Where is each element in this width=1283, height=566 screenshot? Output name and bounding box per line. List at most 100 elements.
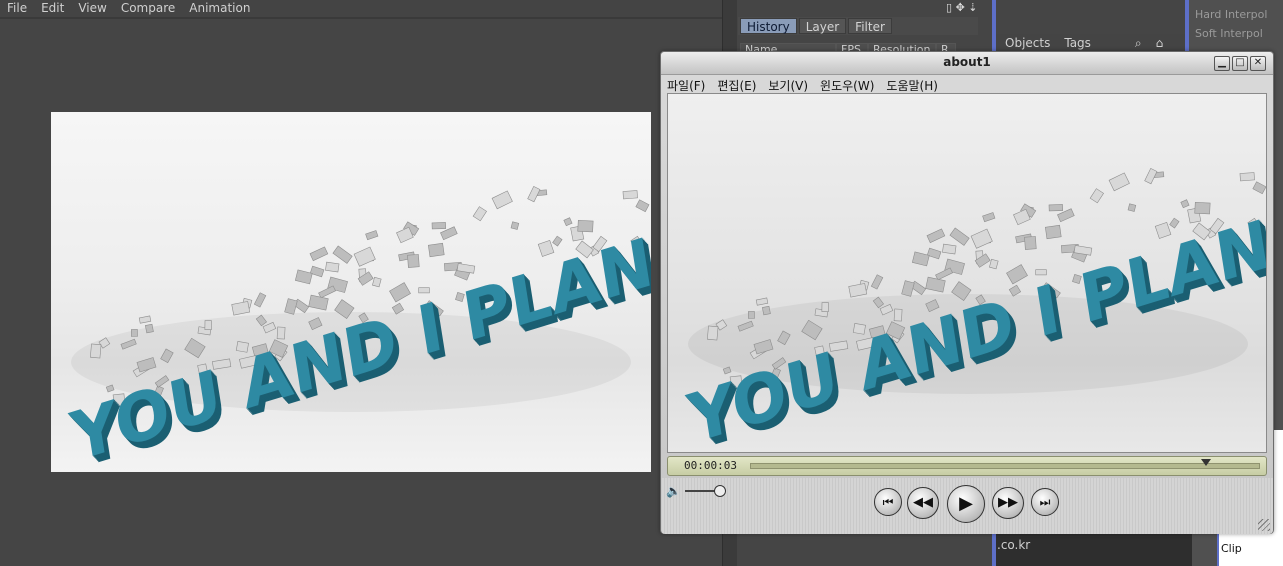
- menu-compare[interactable]: Compare: [114, 0, 182, 17]
- debris-block: [761, 305, 771, 316]
- maximize-button[interactable]: □: [1232, 56, 1248, 71]
- timeline-bar: 00:00:03: [667, 456, 1267, 476]
- player-titlebar[interactable]: about1 ▁ □ ✕: [661, 52, 1273, 75]
- window-title: about1: [943, 55, 991, 69]
- debris-block: [925, 276, 946, 293]
- hard-interpolation-item[interactable]: Hard Interpol: [1195, 8, 1267, 21]
- debris-block: [90, 343, 102, 359]
- home-icon[interactable]: ⌂: [1156, 36, 1164, 50]
- debris-block: [1239, 172, 1255, 182]
- debris-block: [1180, 199, 1190, 209]
- debris-block: [755, 297, 769, 306]
- debris-block: [1048, 204, 1064, 212]
- debris-block: [563, 217, 573, 227]
- player-menu-help[interactable]: 도움말(H): [886, 77, 938, 94]
- player-menu-window[interactable]: 윈도우(W): [820, 77, 874, 94]
- debris-block: [472, 206, 487, 222]
- debris-block: [1252, 181, 1266, 195]
- seek-track[interactable]: [750, 463, 1260, 469]
- video-scene: YOU AND I PLANEYOU AND I PLANEYOU AND I …: [682, 168, 1266, 452]
- playback-controls: 🔈 ⏮ ◀◀ ▶ ▶▶ ⏭: [661, 478, 1273, 534]
- render-scene: YOU AND I PLANEYOU AND I PLANEYOU AND I …: [65, 186, 651, 472]
- debris-block: [1127, 203, 1137, 212]
- debris-block: [1024, 236, 1037, 250]
- skip-forward-button[interactable]: ⏭: [1031, 488, 1059, 516]
- menu-file[interactable]: File: [0, 0, 34, 17]
- play-icon: ▶: [959, 493, 973, 514]
- debris-block: [577, 220, 594, 233]
- menubar-divider: [0, 17, 730, 19]
- debris-block: [130, 329, 138, 337]
- player-menu-file[interactable]: 파일(F): [667, 77, 705, 94]
- debris-block: [1108, 172, 1130, 192]
- debris-block: [970, 228, 993, 249]
- debris-block: [635, 199, 650, 213]
- debris-block: [325, 261, 340, 273]
- video-area[interactable]: YOU AND I PLANE YOU AND I PLANE YOU AND I …: [667, 93, 1267, 453]
- speaker-icon[interactable]: 🔈: [666, 484, 681, 498]
- viewport-icons: ▯ ✥ ⇣: [946, 1, 978, 14]
- debris-block: [138, 315, 152, 324]
- media-player-window[interactable]: about1 ▁ □ ✕ 파일(F) 편집(E) 보기(V) 윈도우(W) 도움…: [660, 51, 1274, 534]
- debris-block: [926, 247, 942, 260]
- rewind-icon: ◀◀: [913, 495, 933, 510]
- debris-block: [1194, 202, 1211, 215]
- render-view[interactable]: YOU AND I PLANE YOU AND I PLANE YOU AND I …: [51, 112, 651, 472]
- debris-block: [365, 230, 379, 241]
- skip-forward-icon: ⏭: [1039, 495, 1051, 509]
- tab-history[interactable]: History: [740, 18, 797, 34]
- panel-tabs: History Layer Filter: [738, 17, 978, 35]
- debris-block: [309, 246, 329, 262]
- player-menu-view[interactable]: 보기(V): [768, 77, 808, 94]
- debris-block: [911, 251, 930, 267]
- resize-grip[interactable]: [1258, 519, 1270, 531]
- debris-block: [318, 285, 336, 299]
- debris-block: [747, 311, 755, 319]
- player-menu: 파일(F) 편집(E) 보기(V) 윈도우(W) 도움말(H): [667, 77, 938, 94]
- debris-block: [231, 301, 251, 316]
- objects-panel-header: Objects Tags ⌕ ⌂: [996, 34, 1195, 52]
- debris-block: [1089, 188, 1104, 204]
- tab-layer[interactable]: Layer: [798, 18, 847, 34]
- debris-block: [989, 258, 999, 270]
- layout-icon[interactable]: ▯: [946, 1, 952, 14]
- arrow-down-icon[interactable]: ⇣: [968, 1, 977, 14]
- menu-edit[interactable]: Edit: [34, 0, 71, 17]
- minimize-button[interactable]: ▁: [1214, 56, 1230, 71]
- skip-back-button[interactable]: ⏮: [874, 488, 902, 516]
- debris-block: [821, 302, 829, 313]
- play-button[interactable]: ▶: [947, 485, 985, 523]
- debris-block: [848, 283, 868, 298]
- tab-objects[interactable]: Objects: [1005, 36, 1050, 50]
- move-icon[interactable]: ✥: [956, 1, 965, 14]
- debris-block: [949, 227, 970, 246]
- debris-block: [942, 243, 957, 255]
- menu-view[interactable]: View: [71, 0, 113, 17]
- fast-forward-button[interactable]: ▶▶: [992, 487, 1024, 519]
- debris-block: [407, 254, 420, 268]
- search-icon[interactable]: ⌕: [1135, 36, 1142, 51]
- playhead[interactable]: [1201, 459, 1212, 466]
- fast-forward-icon: ▶▶: [998, 495, 1018, 510]
- debris-block: [935, 267, 953, 281]
- url-text: .co.kr: [997, 538, 1031, 552]
- debris-block: [431, 222, 447, 230]
- player-menu-edit[interactable]: 편집(E): [717, 77, 756, 94]
- debris-block: [1169, 217, 1180, 229]
- debris-block: [253, 292, 267, 308]
- debris-block: [1044, 224, 1062, 240]
- close-button[interactable]: ✕: [1250, 56, 1266, 71]
- soft-interpolation-item[interactable]: Soft Interpol: [1195, 27, 1263, 40]
- debris-block: [707, 325, 719, 341]
- tab-tags[interactable]: Tags: [1064, 36, 1091, 50]
- debris-block: [284, 298, 298, 315]
- rewind-button[interactable]: ◀◀: [907, 487, 939, 519]
- debris-block: [982, 212, 996, 223]
- debris-block: [926, 228, 946, 244]
- debris-block: [204, 320, 212, 331]
- menu-animation[interactable]: Animation: [182, 0, 257, 17]
- debris-block: [901, 280, 915, 297]
- volume-knob[interactable]: [714, 485, 726, 497]
- tab-filter[interactable]: Filter: [848, 18, 892, 34]
- debris-block: [332, 245, 353, 264]
